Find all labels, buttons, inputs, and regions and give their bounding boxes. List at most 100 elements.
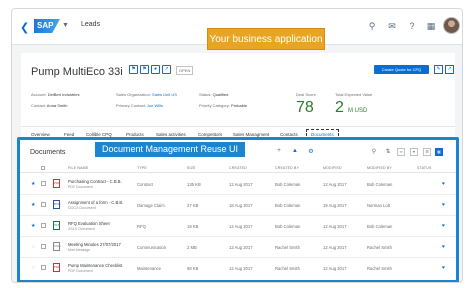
table-row[interactable]: ★ DOC Assignment of a form - C.B.B. DOCX… (20, 195, 456, 216)
sap-logo[interactable]: SAP (34, 19, 60, 33)
table-row[interactable]: ★ XLS RFQ Evaluation Sheet XSLX Document… (20, 216, 456, 237)
upload-icon[interactable]: ▲ (291, 148, 299, 154)
row-checkbox[interactable] (41, 202, 46, 207)
documents-title: Documents (30, 149, 66, 156)
list-view-icon[interactable]: ☰ (423, 148, 431, 156)
grid-view-icon[interactable]: ▦ (435, 148, 443, 156)
favorite-star-icon[interactable]: ★ (31, 181, 35, 187)
row-checkbox[interactable] (41, 223, 46, 228)
col-status[interactable]: STATUS (417, 166, 432, 170)
attr-priority: Priority Category: Probable (199, 103, 248, 108)
filter-icon[interactable]: ▾ (410, 148, 418, 156)
col-size[interactable]: SIZE (187, 166, 196, 170)
object-header: Pump MultiEco 33i ⚑ ⚑ ● ↗ OPEN Create Qu… (21, 53, 455, 143)
file-subtitle: PDF Document (68, 185, 93, 189)
bookmark-icon[interactable]: ⚑ (140, 65, 149, 74)
file-modified: 12 Aug 2017 (323, 266, 347, 271)
file-name[interactable]: Purchasing Contract - C.B.B. (68, 179, 122, 184)
file-subtitle: XSLX Document (68, 227, 95, 231)
file-subtitle: DOCX Document (68, 206, 96, 210)
file-created-by: Bob Coleman (275, 182, 301, 187)
pdf-file-icon: PDF (53, 263, 60, 272)
col-modified[interactable]: MODIFIED (323, 166, 342, 170)
col-type[interactable]: TYPE (137, 166, 147, 170)
file-name[interactable]: RFQ Evaluation Sheet (68, 221, 110, 226)
settings-icon[interactable]: ⚙ (307, 148, 315, 155)
file-subtitle: PDF Document (68, 269, 93, 273)
file-created-by: Rachel Smith (275, 245, 300, 250)
object-title: Pump MultiEco 33i (31, 66, 123, 78)
search-icon[interactable]: ⚲ (370, 148, 378, 155)
favorite-star-icon[interactable]: ☆ (31, 244, 35, 250)
attr-primary-contact[interactable]: Primary Contact: Joe Wills (116, 103, 163, 108)
row-checkbox[interactable] (41, 244, 46, 249)
share-icon[interactable]: ↗ (162, 65, 171, 74)
mail-file-icon: MSG (53, 242, 61, 251)
file-name[interactable]: Pump Maintenance Checklist (68, 263, 122, 268)
help-icon[interactable]: ? (406, 20, 418, 32)
kpi-expected-value: 2 (335, 99, 344, 116)
kpi-deal-score-label: Deal Score (296, 92, 316, 97)
file-modified-by: Norman Lott (367, 203, 391, 208)
file-type: RFQ (137, 224, 146, 229)
col-modified-by[interactable]: MODIFIED BY (367, 166, 392, 170)
status-icon[interactable]: ♥ (442, 244, 445, 250)
file-type: Contract (137, 182, 153, 187)
file-type: Damage Claim (137, 203, 165, 208)
col-created[interactable]: CREATED (229, 166, 247, 170)
table-row[interactable]: ★ PDF Purchasing Contract - C.B.B. PDF D… (20, 174, 456, 195)
file-modified: 12 Aug 2017 (323, 224, 347, 229)
add-icon[interactable]: + (275, 148, 283, 154)
excel-file-icon: XLS (53, 221, 60, 230)
search-icon[interactable]: ⚲ (366, 20, 378, 32)
status-icon[interactable]: ♥ (442, 223, 445, 229)
pdf-file-icon: PDF (53, 179, 60, 188)
favorite-star-icon[interactable]: ★ (31, 202, 35, 208)
attr-status: Status: Qualified (199, 92, 229, 97)
file-name[interactable]: Assignment of a form - C.B.B. (68, 200, 123, 205)
file-size: 18 KB (187, 224, 199, 229)
sort-icon[interactable]: ⇅ (384, 148, 392, 155)
kpi-expected-value-label: Total Expected Value (335, 92, 373, 97)
grid-icon[interactable]: ▦ (425, 20, 437, 32)
file-created: 18 Aug 2017 (229, 203, 253, 208)
lock-icon[interactable]: ● (151, 65, 160, 74)
table-row[interactable]: ☆ MSG Meeting Minutes 27/07/2017 Mail Me… (20, 237, 456, 258)
row-checkbox[interactable] (41, 181, 46, 186)
file-modified-by: Bob Coleman (367, 224, 393, 229)
file-modified: 19 Aug 2017 (323, 203, 347, 208)
kpi-expected-value-unit: M USD (348, 108, 368, 114)
back-icon[interactable]: ❮ (20, 21, 30, 34)
file-size: 27 KB (187, 203, 199, 208)
share-icon[interactable]: ↗ (445, 65, 454, 74)
file-modified-by: Bob Coleman (367, 182, 393, 187)
word-file-icon: DOC (53, 200, 61, 209)
row-checkbox[interactable] (41, 265, 46, 270)
flag-icon[interactable]: ⚑ (129, 65, 138, 74)
col-created-by[interactable]: CREATED BY (275, 166, 299, 170)
status-icon[interactable]: ♥ (442, 181, 445, 187)
avatar[interactable] (443, 17, 460, 34)
col-file-name[interactable]: FILE NAME (68, 166, 88, 170)
chevron-down-icon[interactable]: ▼ (62, 22, 69, 29)
app-title: Leads (81, 21, 101, 28)
select-all-checkbox[interactable] (41, 166, 45, 170)
document-management-panel: Documents Document Management Reuse UI +… (17, 137, 459, 282)
bell-icon[interactable]: ✉ (386, 20, 398, 32)
file-type: Maintenance (137, 266, 161, 271)
status-icon[interactable]: ♥ (442, 265, 445, 271)
create-quote-button[interactable]: Create Quote for CPQ (374, 65, 429, 74)
file-subtitle: Mail Message (68, 248, 91, 252)
file-created: 12 Aug 2017 (229, 245, 253, 250)
table-row[interactable]: ☆ PDF Pump Maintenance Checklist PDF Doc… (20, 258, 456, 279)
favorite-star-icon[interactable]: ★ (31, 223, 35, 229)
favorite-star-icon[interactable]: ☆ (31, 265, 35, 271)
file-name[interactable]: Meeting Minutes 27/07/2017 (68, 242, 121, 247)
link-icon[interactable]: ∞ (397, 148, 405, 156)
edit-icon[interactable]: ✎ (434, 65, 443, 74)
status-icon[interactable]: ♥ (442, 202, 445, 208)
file-size: 58 KB (187, 266, 199, 271)
file-created-by: Rachel Smith (275, 266, 300, 271)
callout-reuse-ui: Document Management Reuse UI (95, 142, 245, 157)
file-modified-by: Rachel Smith (367, 245, 392, 250)
